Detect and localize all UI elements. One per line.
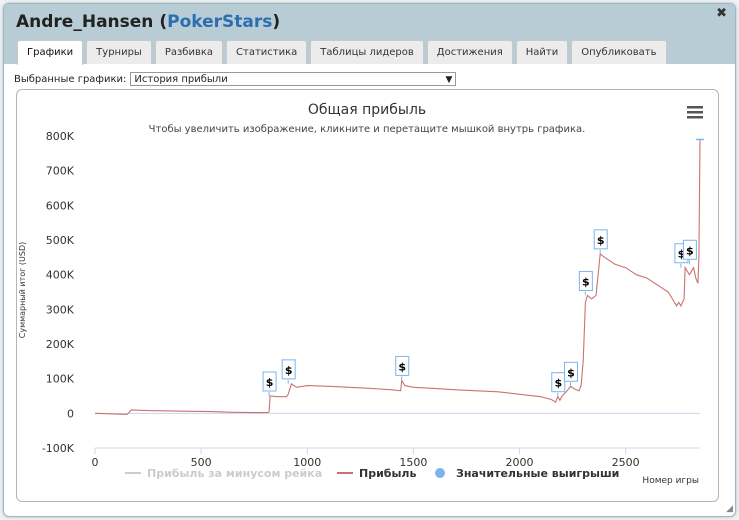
legend-symbol <box>435 468 445 478</box>
win-flag[interactable]: $ <box>564 361 579 387</box>
y-axis-ticks: 800K 700K 600K 500K 400K 300K 200K 100K 0 -100K <box>42 130 75 455</box>
legend-label: Прибыль <box>359 467 416 480</box>
tab-tournaments[interactable]: Турниры <box>86 40 152 64</box>
y-tick-label: 600K <box>46 199 75 212</box>
chart-title: Общая прибыль <box>308 102 426 118</box>
chevron-down-icon: ▼ <box>445 75 453 85</box>
tab-publish[interactable]: Опубликовать <box>571 40 667 64</box>
win-flag[interactable]: $ <box>281 359 296 384</box>
window-title: Andre_Hansen (PokerStars) <box>16 12 281 32</box>
tab-breakdown[interactable]: Разбивка <box>154 40 224 64</box>
win-flag-label: $ <box>597 234 605 247</box>
close-icon[interactable]: ✖ <box>716 6 727 21</box>
chart-subtitle: Чтобы увеличить изображение, кликните и … <box>149 124 586 135</box>
x-axis-label: Номер игры <box>642 476 699 486</box>
x-axis-ticks: 0 500 1000 1500 2000 2500 <box>92 448 640 469</box>
tab-leaderboards[interactable]: Таблицы лидеров <box>310 40 424 64</box>
legend-label: Значительные выигрыши <box>456 467 619 480</box>
win-flag-label: $ <box>686 244 694 257</box>
tab-find[interactable]: Найти <box>515 40 569 64</box>
win-flag-label: $ <box>582 275 590 288</box>
y-tick-label: 100K <box>46 373 75 386</box>
player-graph-window: Andre_Hansen (PokerStars) ✖ Графики Турн… <box>3 3 736 517</box>
y-tick-label: 500K <box>46 234 75 247</box>
tab-statistics[interactable]: Статистика <box>226 40 308 64</box>
tab-bar: Графики Турниры Разбивка Статистика Табл… <box>17 40 667 65</box>
chart-select-value: История прибыли <box>134 74 228 85</box>
y-tick-label: 400K <box>46 269 75 282</box>
legend-item[interactable]: Прибыль за минусом рейка <box>125 467 322 480</box>
chart-container[interactable]: Общая прибыль Чтобы увеличить изображени… <box>16 89 719 502</box>
y-tick-label: 800K <box>46 130 75 143</box>
menu-icon[interactable] <box>687 106 703 119</box>
win-flag[interactable]: $ <box>578 270 593 296</box>
chart-selector-label: Выбранные графики: <box>14 73 127 85</box>
profit-chart[interactable]: Общая прибыль Чтобы увеличить изображени… <box>17 90 718 501</box>
tab-achievements[interactable]: Достижения <box>426 40 513 64</box>
chart-selector-row: Выбранные графики: История прибыли ▼ <box>14 72 457 86</box>
y-tick-label: 300K <box>46 303 75 316</box>
win-flag-label: $ <box>285 364 293 377</box>
tab-charts[interactable]: Графики <box>17 40 84 65</box>
resize-handle-icon[interactable]: ◢ <box>726 504 733 514</box>
win-flag[interactable]: $ <box>395 355 410 381</box>
y-tick-label: -100K <box>42 442 75 455</box>
chart-legend: Прибыль за минусом рейка Прибыль Значитель… <box>125 467 619 480</box>
title-bar: Andre_Hansen (PokerStars) ✖ Графики Турн… <box>4 4 735 65</box>
y-tick-label: 200K <box>46 338 75 351</box>
win-flag[interactable]: $ <box>593 229 608 254</box>
win-flag-label: $ <box>266 376 274 389</box>
chart-select[interactable]: История прибыли ▼ <box>130 72 457 86</box>
win-flag-label: $ <box>554 377 562 390</box>
legend-item[interactable]: Значительные выигрыши <box>435 467 619 480</box>
win-flag[interactable]: $ <box>262 371 277 396</box>
legend-label: Прибыль за минусом рейка <box>147 467 322 480</box>
win-flag[interactable]: $ <box>551 372 566 397</box>
y-axis-label: Суммарный итог (USD) <box>18 242 27 339</box>
player-name: Andre_Hansen <box>16 12 154 32</box>
chart-grid <box>95 412 700 449</box>
win-flag-label: $ <box>567 366 575 379</box>
win-flag-label: $ <box>398 360 406 373</box>
x-tick-label: 0 <box>92 456 99 469</box>
legend-item[interactable]: Прибыль <box>337 467 416 480</box>
chart-markers: $$ $$$$$$ $ <box>262 229 697 397</box>
y-tick-label: 700K <box>46 165 75 178</box>
site-name[interactable]: PokerStars <box>167 12 272 32</box>
y-tick-label: 0 <box>67 407 74 420</box>
